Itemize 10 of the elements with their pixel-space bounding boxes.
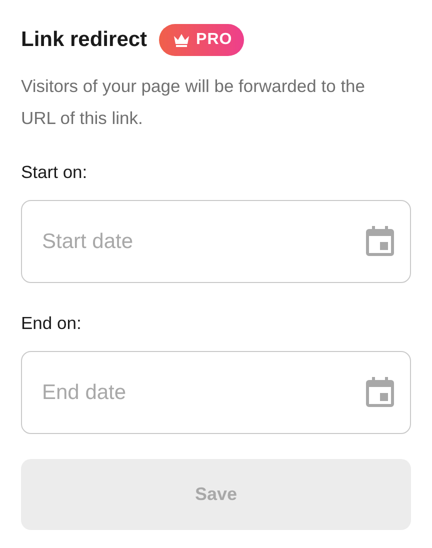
pro-badge: PRO [159, 24, 244, 56]
date-field[interactable]: End date [21, 351, 411, 434]
calendar-icon[interactable] [366, 377, 394, 407]
description-text: Visitors of your page will be forwarded to the URL of this link. [21, 75, 366, 130]
field-label: Start on: [21, 161, 88, 184]
field-label: End on: [21, 312, 82, 335]
calendar-icon[interactable] [366, 226, 394, 256]
date-field[interactable]: Start date [21, 200, 411, 283]
section-title: Link redirect [21, 27, 148, 53]
crown-icon [173, 33, 190, 47]
